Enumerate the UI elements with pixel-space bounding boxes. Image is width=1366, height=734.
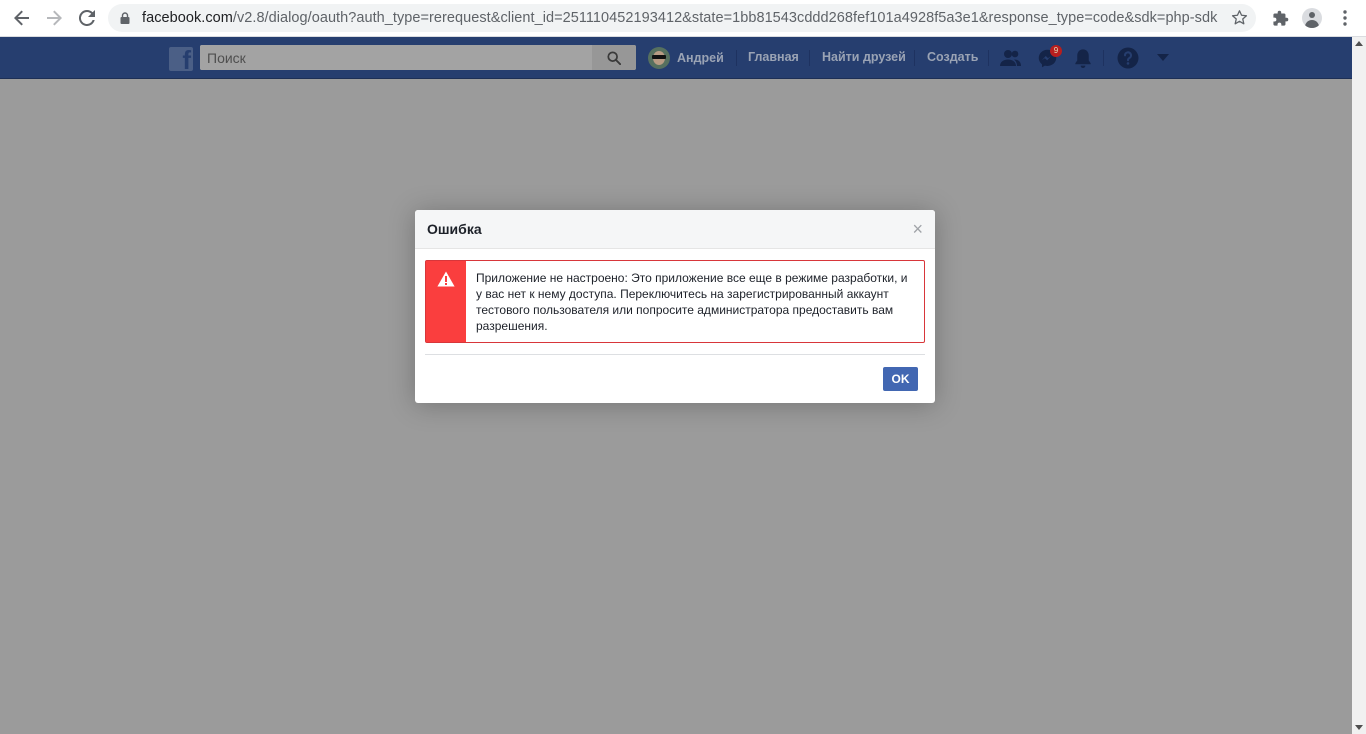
profile-link[interactable]: Андрей (648, 47, 724, 69)
nav-divider (736, 50, 737, 66)
lock-icon (120, 12, 130, 24)
friend-requests-button[interactable] (999, 46, 1023, 70)
error-stripe (426, 261, 466, 342)
caret-down-icon (1157, 54, 1169, 61)
user-name: Андрей (677, 51, 724, 65)
extensions-button[interactable] (1268, 7, 1292, 29)
dialog-header: Ошибка × (415, 210, 935, 249)
find-friends-link[interactable]: Найти друзей (822, 50, 906, 64)
puzzle-icon (1272, 10, 1288, 26)
menu-button[interactable] (1333, 7, 1357, 29)
search-icon (607, 50, 621, 65)
error-message-text: Приложение не настроено: Это приложение … (476, 271, 908, 333)
help-icon (1117, 47, 1139, 69)
forward-button[interactable] (41, 6, 67, 30)
avatar (648, 47, 670, 69)
friends-icon (1000, 50, 1021, 66)
profile-button[interactable] (1300, 7, 1324, 29)
error-message-box: Приложение не настроено: Это приложение … (425, 260, 925, 343)
more-vert-icon (1343, 10, 1347, 26)
browser-toolbar: facebook.com/v2.8/dialog/oauth?auth_type… (0, 0, 1366, 37)
dialog-title: Ошибка (427, 221, 482, 237)
nav-divider (988, 50, 989, 66)
scroll-down-arrow-icon[interactable] (1355, 725, 1363, 730)
url-path: /v2.8/dialog/oauth?auth_type=rerequest&c… (232, 10, 1218, 26)
star-icon[interactable] (1231, 9, 1248, 26)
help-button[interactable] (1116, 46, 1140, 70)
nav-divider (809, 50, 810, 66)
bell-icon (1075, 48, 1091, 68)
home-link[interactable]: Главная (748, 50, 799, 64)
messenger-badge: 9 (1050, 45, 1062, 57)
facebook-logo-icon[interactable]: f (169, 47, 193, 71)
page-scrollbar[interactable] (1352, 37, 1366, 734)
reload-button[interactable] (74, 6, 100, 30)
profile-avatar-icon (1302, 8, 1322, 28)
account-menu-button[interactable] (1151, 46, 1175, 70)
search-input[interactable] (200, 45, 592, 70)
search-button[interactable] (592, 45, 636, 70)
create-link[interactable]: Создать (927, 50, 978, 64)
url-host: facebook.com (142, 10, 233, 26)
nav-divider (1103, 50, 1104, 66)
scroll-up-arrow-icon[interactable] (1355, 41, 1363, 46)
reload-icon (79, 10, 95, 26)
dialog-divider (425, 354, 925, 355)
arrow-left-icon (14, 10, 29, 26)
address-bar[interactable]: facebook.com/v2.8/dialog/oauth?auth_type… (108, 4, 1256, 32)
search-box (200, 45, 636, 70)
notifications-button[interactable] (1071, 46, 1095, 70)
ok-button[interactable]: OK (883, 367, 918, 391)
url-text: facebook.com/v2.8/dialog/oauth?auth_type… (142, 10, 1218, 26)
arrow-right-icon (47, 10, 62, 26)
facebook-top-bar: f Андрей Главная Найти друзей Создать (0, 37, 1352, 79)
error-dialog: Ошибка × Приложение не настроено: Это пр… (415, 210, 935, 403)
back-button[interactable] (9, 6, 35, 30)
close-icon[interactable]: × (912, 220, 923, 238)
warning-icon (437, 271, 455, 287)
nav-divider (914, 50, 915, 66)
